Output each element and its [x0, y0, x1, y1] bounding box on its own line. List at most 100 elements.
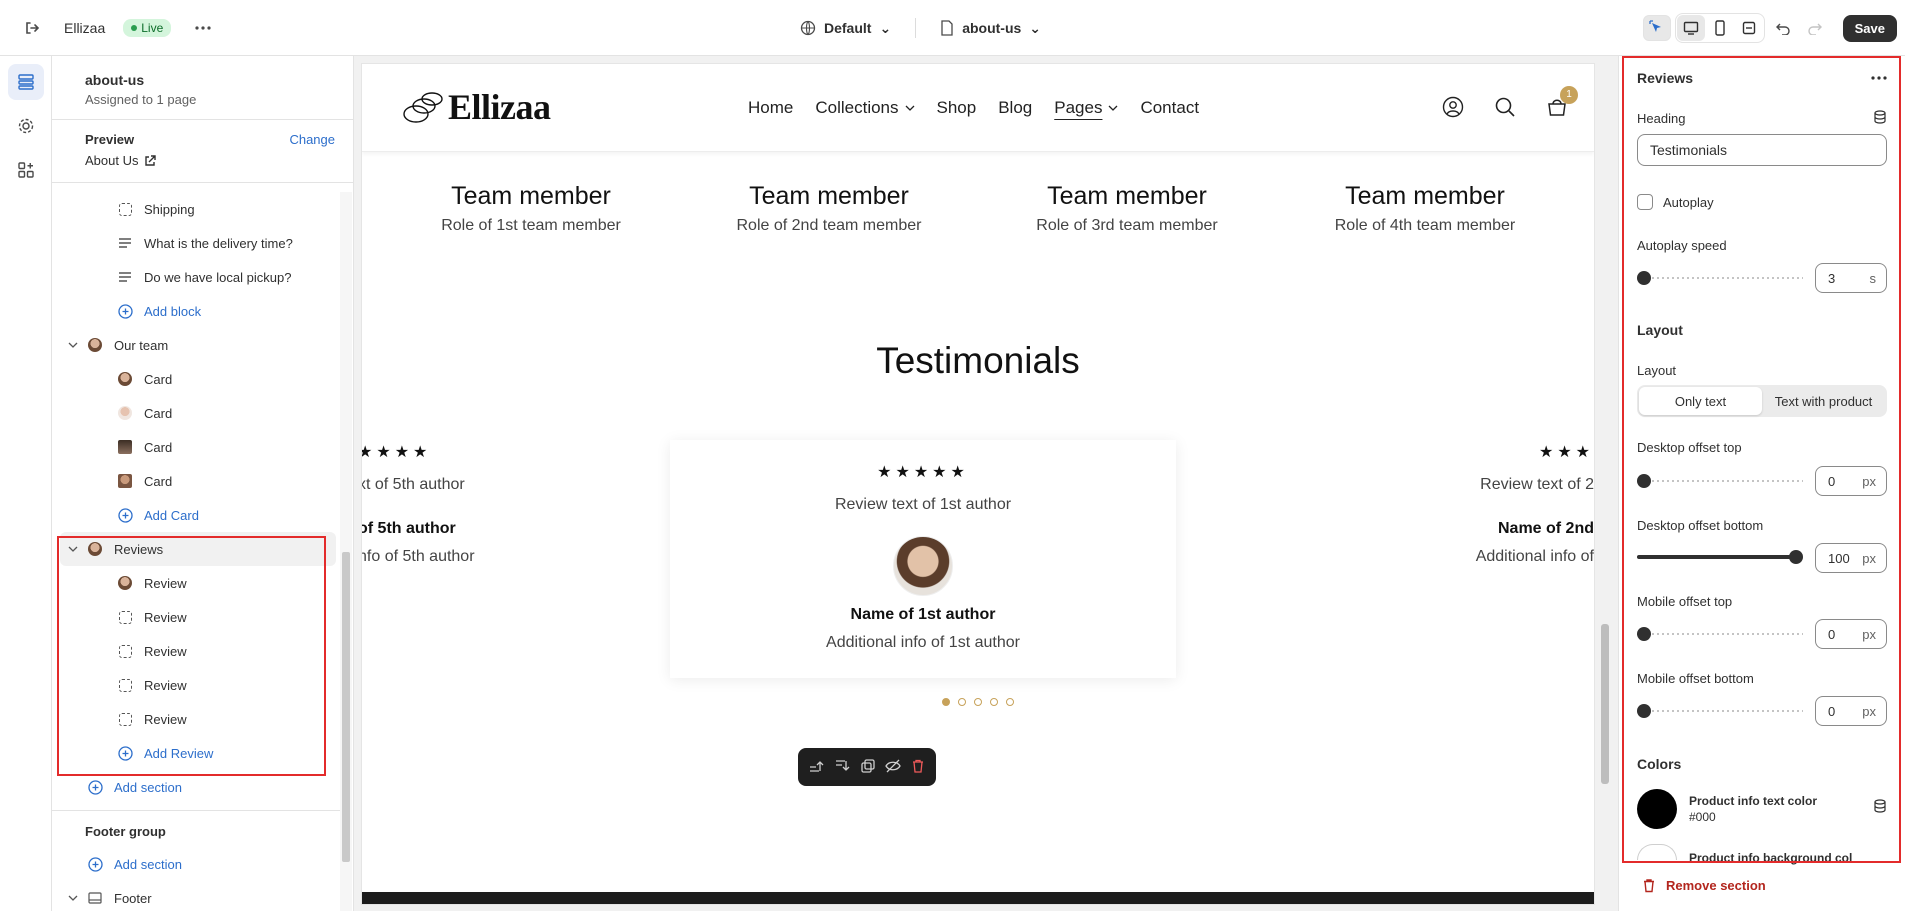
inspector-icon[interactable]: [1642, 15, 1671, 41]
move-down-icon[interactable]: [835, 759, 851, 776]
dashed-block-icon: [116, 200, 134, 218]
block-card[interactable]: Card: [52, 362, 340, 396]
template-name: about-us: [85, 72, 145, 88]
add-section-footer-button[interactable]: Add section: [52, 847, 340, 881]
card-thumbnail-icon: [116, 404, 134, 422]
card-thumbnail-icon: [116, 472, 134, 490]
theme-selector[interactable]: Default ⌄: [800, 20, 891, 37]
preview-canvas: Ellizaa Home Collections Shop Blog Pages…: [354, 56, 1618, 911]
carousel-dot[interactable]: [942, 698, 950, 706]
nav-contact[interactable]: Contact: [1140, 98, 1199, 118]
review-text: xt of 5th author: [362, 476, 465, 493]
card-thumbnail-icon: [116, 438, 134, 456]
delete-trash-icon[interactable]: [911, 759, 925, 776]
section-footer[interactable]: Footer: [52, 881, 340, 911]
change-preview-link[interactable]: Change: [289, 132, 335, 147]
nav-shop[interactable]: Shop: [937, 98, 977, 118]
site-logo[interactable]: Ellizaa: [402, 86, 551, 128]
more-options-icon[interactable]: [189, 14, 217, 42]
left-rail: [0, 56, 52, 911]
mobile-icon[interactable]: [1706, 15, 1734, 41]
block-shipping[interactable]: Shipping: [52, 192, 340, 226]
carousel-dot[interactable]: [974, 698, 982, 706]
block-card[interactable]: Card: [52, 430, 340, 464]
fullscreen-icon[interactable]: [1735, 15, 1763, 41]
chevron-down-icon[interactable]: [64, 336, 82, 354]
save-button[interactable]: Save: [1842, 14, 1897, 42]
chevron-down-icon: ⌄: [1029, 19, 1042, 36]
exit-icon[interactable]: [18, 14, 46, 42]
nav-pages[interactable]: Pages: [1054, 98, 1118, 118]
review-info: nfo of 5th author: [362, 548, 475, 565]
team-card: Team member Role of 4th team member: [1300, 182, 1550, 235]
add-section-label: Add section: [114, 779, 182, 795]
account-icon[interactable]: [1442, 96, 1464, 121]
team-card: Team member Role of 2nd team member: [704, 182, 954, 235]
nav-blog[interactable]: Blog: [998, 98, 1032, 118]
team-name: Team member: [1345, 182, 1505, 210]
remove-section-button[interactable]: Remove section: [1642, 878, 1766, 893]
plus-circle-icon: [86, 778, 104, 796]
review-author: of 5th author: [362, 520, 456, 537]
hide-eye-icon[interactable]: [885, 759, 901, 776]
carousel-dot[interactable]: [1006, 698, 1014, 706]
page-selector[interactable]: about-us ⌄: [940, 20, 1041, 37]
block-label: Card: [144, 473, 173, 489]
sections-icon[interactable]: [7, 64, 44, 100]
team-name: Team member: [451, 182, 611, 210]
block-faq-pickup[interactable]: Do we have local pickup?: [52, 260, 340, 294]
section-our-team[interactable]: Our team: [52, 328, 340, 362]
review-card-center[interactable]: ★★★★★ Review text of 1st author Name of …: [670, 440, 1176, 678]
duplicate-icon[interactable]: [861, 758, 875, 776]
review-author: Name of 1st author: [850, 606, 996, 623]
undo-icon[interactable]: [1769, 15, 1797, 41]
preview-page-link[interactable]: About Us: [85, 153, 337, 168]
nav-home[interactable]: Home: [748, 98, 793, 118]
block-faq-delivery[interactable]: What is the delivery time?: [52, 226, 340, 260]
add-card-button[interactable]: Add Card: [52, 498, 340, 532]
live-badge: Live: [123, 18, 172, 37]
search-icon[interactable]: [1494, 96, 1516, 121]
block-label: What is the delivery time?: [144, 235, 293, 251]
add-block-button[interactable]: Add block: [52, 294, 340, 328]
preview-scrollbar[interactable]: [1598, 64, 1612, 904]
viewport-switcher: [1674, 13, 1765, 43]
chevron-down-icon: ⌄: [879, 19, 892, 36]
move-up-icon[interactable]: [809, 759, 825, 776]
redo-icon[interactable]: [1801, 15, 1829, 41]
plus-circle-icon: [86, 855, 104, 873]
cart-icon[interactable]: 1: [1546, 85, 1578, 121]
trash-icon: [1644, 879, 1654, 893]
desktop-icon[interactable]: [1676, 15, 1705, 41]
section-label: Our team: [114, 337, 169, 353]
live-badge-label: Live: [141, 20, 164, 35]
left-scrollbar[interactable]: [340, 192, 352, 911]
team-name: Team member: [749, 182, 909, 210]
block-card[interactable]: Card: [52, 396, 340, 430]
team-role: Role of 4th team member: [1334, 217, 1516, 234]
text-lines-icon: [116, 268, 134, 286]
footer-strip: [362, 892, 1594, 904]
review-info: Additional info of: [1475, 548, 1594, 565]
cart-count-badge: 1: [1560, 85, 1578, 104]
nav-label: Pages: [1054, 98, 1103, 117]
chevron-down-icon[interactable]: [64, 889, 82, 907]
divider: [915, 18, 917, 38]
highlight-box-settings: [1622, 56, 1901, 863]
settings-gear-icon[interactable]: [8, 108, 44, 144]
block-card[interactable]: Card: [52, 464, 340, 498]
carousel-dot[interactable]: [990, 698, 998, 706]
plus-circle-icon: [116, 302, 134, 320]
globe-icon: [800, 20, 816, 36]
carousel-dot[interactable]: [958, 698, 966, 706]
scrollbar-thumb[interactable]: [1601, 624, 1609, 784]
apps-icon[interactable]: [8, 152, 44, 188]
testimonials-heading: Testimonials: [876, 340, 1080, 381]
scrollbar-thumb[interactable]: [342, 552, 350, 862]
team-role: Role of 2nd team member: [736, 217, 922, 234]
nav-collections[interactable]: Collections: [815, 98, 914, 118]
text-lines-icon: [116, 234, 134, 252]
nav-label: Collections: [815, 98, 899, 117]
author-avatar: [893, 536, 953, 596]
team-role: Role of 3rd team member: [1036, 217, 1218, 234]
